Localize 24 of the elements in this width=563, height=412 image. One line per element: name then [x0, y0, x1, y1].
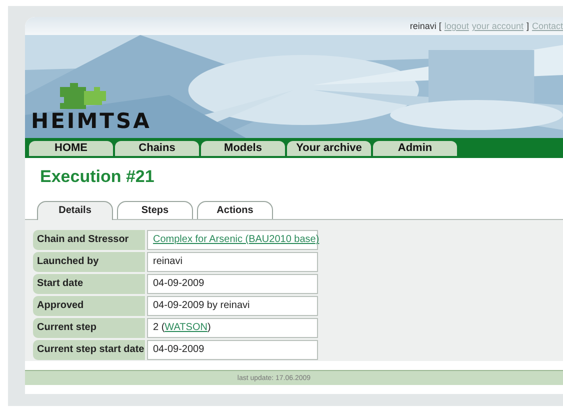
- step-link[interactable]: WATSON: [164, 322, 208, 333]
- bracket: ]: [526, 21, 529, 31]
- row-label: Approved: [33, 296, 145, 316]
- nav-tab[interactable]: Admin: [373, 141, 457, 156]
- row-label: Chain and Stressor: [33, 230, 145, 250]
- nav-tab[interactable]: Chains: [115, 141, 199, 156]
- table-cell: 2 (WATSON): [147, 318, 318, 338]
- tab[interactable]: Details: [37, 201, 113, 220]
- page-title: Execution #21: [39, 166, 156, 188]
- row-label: Launched by: [33, 252, 145, 272]
- row-label: Current step start date: [33, 340, 145, 360]
- nav-tab[interactable]: Models: [201, 141, 285, 156]
- tab[interactable]: Actions: [197, 201, 273, 219]
- table-cell: 04-09-2009 by reinavi: [147, 296, 318, 316]
- logo-text: HEIMTSA: [31, 111, 152, 132]
- nav-tab[interactable]: HOME: [29, 141, 113, 156]
- table-cell: 04-09-2009: [147, 274, 318, 294]
- username: reinavi [: [410, 21, 442, 31]
- row-label: Current step: [33, 318, 145, 338]
- row-label: Start date: [33, 274, 145, 294]
- tab[interactable]: Steps: [117, 201, 193, 219]
- table-cell: 04-09-2009: [147, 340, 318, 360]
- table-cell: reinavi: [147, 252, 318, 272]
- nav-tab[interactable]: Your archive: [287, 141, 371, 156]
